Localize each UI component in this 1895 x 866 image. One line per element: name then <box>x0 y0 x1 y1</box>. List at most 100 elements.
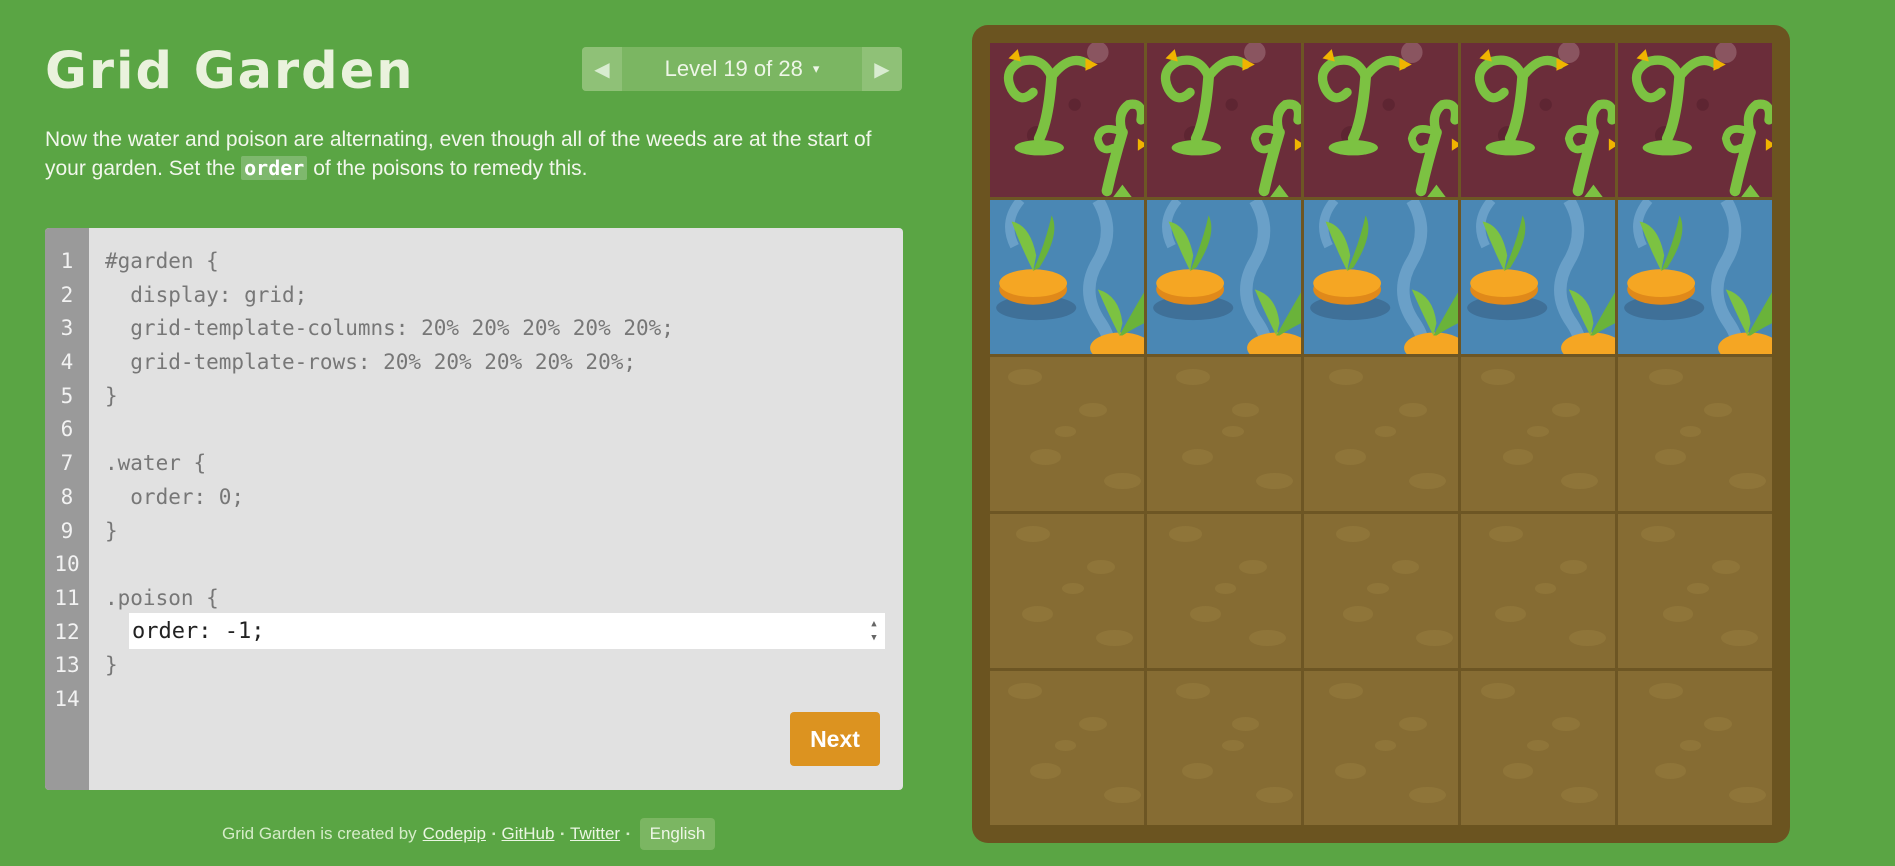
line-number: 1 <box>60 249 74 273</box>
code-line: display: grid; <box>105 282 308 307</box>
line-number: 13 <box>54 653 80 678</box>
soil-spot <box>1231 717 1260 732</box>
soil-spot <box>1399 717 1428 732</box>
soil-spot <box>1559 560 1588 575</box>
footer-link-codepip[interactable]: Codepip <box>423 824 486 844</box>
footer-link-twitter[interactable]: Twitter <box>570 824 620 844</box>
code-line: } <box>105 383 118 408</box>
soil-spot <box>1182 449 1214 465</box>
line-number: 5 <box>60 383 74 408</box>
soil-spot <box>1679 740 1702 752</box>
garden-grid <box>990 43 1772 825</box>
line-number: 8 <box>60 484 74 509</box>
code-line: order: 0; <box>105 484 245 509</box>
soil-spot <box>1256 786 1294 804</box>
soil-spot <box>1654 449 1686 465</box>
soil-tile <box>1461 357 1615 511</box>
separator-dot-icon: ▪ <box>491 828 496 840</box>
soil-spot <box>1214 583 1237 595</box>
soil-spot <box>1711 560 1740 575</box>
water-tile <box>1461 200 1615 354</box>
code-line: .water { <box>105 451 207 476</box>
soil-spot <box>1662 606 1694 622</box>
soil-spot <box>1408 472 1446 490</box>
soil-spot <box>1328 369 1363 385</box>
soil-tile <box>1304 357 1458 511</box>
water-tile <box>1304 200 1458 354</box>
soil-spot <box>1679 426 1702 438</box>
soil-spot <box>1374 740 1397 752</box>
answer-input[interactable] <box>129 613 863 649</box>
soil-spot <box>1248 629 1286 647</box>
page-title: Grid Garden <box>45 42 415 101</box>
soil-spot <box>1494 606 1526 622</box>
soil-spot <box>1704 717 1732 732</box>
separator-dot-icon: ▪ <box>626 828 630 840</box>
soil-spot <box>1168 526 1203 542</box>
soil-spot <box>1079 403 1108 418</box>
soil-spot <box>1062 583 1084 595</box>
previous-level-button[interactable]: ◀ <box>582 47 622 91</box>
code-line: .poison { <box>105 585 219 610</box>
instructions-text-end: of the poisons to remedy this. <box>307 157 588 180</box>
soil-spot <box>1256 472 1294 490</box>
soil-spot <box>1239 560 1268 575</box>
soil-spot <box>1721 629 1759 647</box>
arrow-left-icon: ◀ <box>594 58 610 81</box>
soil-spot <box>1534 583 1557 595</box>
caret-down-icon: ▾ <box>812 61 820 76</box>
footer: Grid Garden is created by Codepip ▪ GitHub… <box>222 818 716 850</box>
soil-spot <box>1342 606 1374 622</box>
spinner-down-icon[interactable]: ▼ <box>871 631 876 645</box>
poison-tile <box>1304 43 1458 197</box>
level-selector[interactable]: Level 19 of 28 ▾ <box>622 47 862 91</box>
soil-tile <box>1304 671 1458 825</box>
soil-spot <box>1334 763 1366 779</box>
answer-input-container: ▲ ▼ <box>129 613 885 649</box>
soil-spot <box>1648 369 1683 385</box>
separator-dot-icon: ▪ <box>560 828 564 840</box>
soil-spot <box>1054 740 1077 752</box>
soil-tile <box>1147 357 1301 511</box>
soil-spot <box>1176 369 1211 385</box>
soil-spot <box>1016 526 1051 542</box>
footer-link-github[interactable]: GitHub <box>502 824 555 844</box>
code-line: } <box>105 653 118 678</box>
soil-spot <box>1416 629 1454 647</box>
soil-spot <box>1568 629 1606 647</box>
game-screen: Grid Garden ◀ Level 19 of 28 ▾ ▶ Now the… <box>0 0 1895 866</box>
soil-spot <box>1687 583 1709 595</box>
language-button[interactable]: English <box>639 818 716 850</box>
soil-tile <box>1147 671 1301 825</box>
soil-spot <box>1488 526 1523 542</box>
soil-spot <box>1222 426 1244 438</box>
arrow-right-icon: ▶ <box>874 58 890 81</box>
spinner-up-icon[interactable]: ▲ <box>871 617 876 631</box>
instructions: Now the water and poison are alternating… <box>45 125 895 183</box>
line-number: 12 <box>54 619 80 644</box>
water-tile <box>1147 200 1301 354</box>
line-number: 6 <box>60 417 74 442</box>
poison-tile <box>1618 43 1772 197</box>
soil-spot <box>1481 683 1515 699</box>
line-number: 11 <box>54 585 80 610</box>
next-button[interactable]: Next <box>790 712 880 766</box>
soil-spot <box>1399 403 1428 418</box>
soil-spot <box>1648 683 1683 699</box>
soil-spot <box>1030 449 1061 465</box>
input-spinner[interactable]: ▲ ▼ <box>863 617 885 645</box>
soil-spot <box>1728 786 1766 804</box>
soil-tile <box>990 357 1144 511</box>
soil-spot <box>1190 606 1221 622</box>
line-number: 14 <box>54 686 80 711</box>
code-area: #garden { display: grid; grid-template-c… <box>89 228 903 790</box>
css-editor: 1 2 3 4 5 6 7 8 9 10 11 12 13 14 #garden { display: g… <box>45 228 903 790</box>
next-level-button[interactable]: ▶ <box>862 47 902 91</box>
soil-spot <box>1087 560 1115 575</box>
line-number: 2 <box>60 282 74 307</box>
soil-spot <box>1336 526 1371 542</box>
level-label: Level 19 of 28 <box>664 56 803 81</box>
